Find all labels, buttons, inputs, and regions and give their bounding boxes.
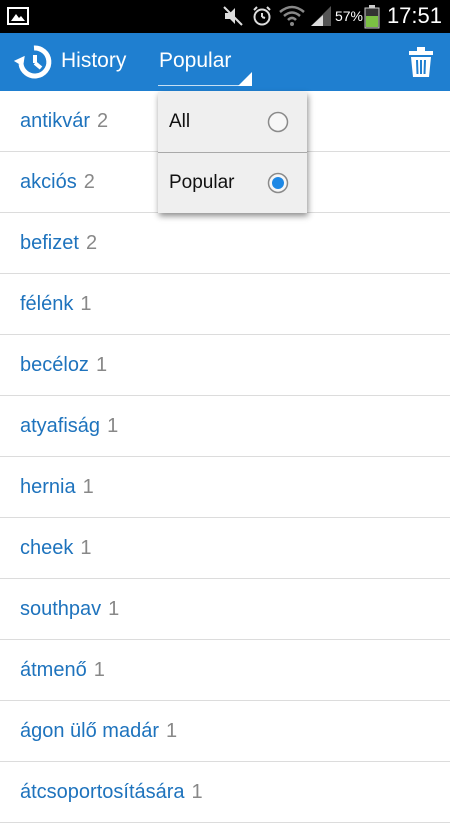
history-word: atyafiság 1 [20, 415, 119, 437]
lookup-count: 1 [95, 354, 108, 376]
history-word: antikvár 2 [20, 110, 109, 132]
radio-unchecked-icon[interactable] [267, 111, 289, 133]
battery-icon [364, 5, 380, 29]
lookup-count: 1 [108, 598, 120, 620]
history-word: hernia 1 [20, 476, 94, 498]
alarm-icon [253, 6, 271, 26]
filter-spinner[interactable]: Popular [158, 33, 252, 91]
lookup-count: 1 [93, 659, 105, 681]
lookup-count: 2 [83, 171, 95, 193]
history-label: History [61, 49, 127, 72]
action-bar: History Popular [0, 33, 450, 91]
list-item[interactable]: southpav 1 [0, 579, 450, 640]
list-item[interactable]: ágon ülő madár 1 [0, 701, 450, 762]
filter-option-label: Popular [169, 172, 235, 193]
lookup-count: 1 [82, 476, 94, 498]
list-item[interactable]: befizet 2 [0, 213, 450, 274]
list-item[interactable]: hernia 1 [0, 457, 450, 518]
status-bar: 57% 17:51 [0, 0, 450, 33]
mute-icon [223, 6, 243, 26]
history-icon [14, 45, 52, 79]
lookup-count: 2 [85, 232, 98, 254]
list-item[interactable]: becéloz 1 [0, 335, 450, 396]
lookup-count: 1 [80, 537, 92, 559]
filter-option-label: All [169, 111, 191, 132]
list-item[interactable]: atyafiság 1 [0, 396, 450, 457]
list-item[interactable]: félénk 1 [0, 274, 450, 335]
clock: 17:51 [386, 3, 442, 28]
filter-option-all[interactable]: All [158, 92, 307, 153]
list-item[interactable]: átcsoportosítására 1 [0, 762, 450, 823]
history-word: átcsoportosítására 1 [20, 781, 203, 803]
filter-dropdown-menu: All Popular [158, 92, 307, 213]
history-word: becéloz 1 [20, 354, 108, 376]
battery-percent: 57% [334, 8, 363, 24]
lookup-count: 1 [80, 293, 92, 315]
list-item[interactable]: cheek 1 [0, 518, 450, 579]
history-button[interactable]: History [12, 33, 137, 91]
radio-checked-icon[interactable] [267, 172, 289, 194]
filter-selected-value: Popular [159, 49, 232, 72]
history-word: félénk 1 [20, 293, 92, 315]
image-notification-icon [7, 7, 29, 25]
history-word: southpav 1 [20, 598, 120, 620]
lookup-count: 2 [97, 110, 109, 132]
spinner-corner-icon [238, 72, 252, 86]
list-item[interactable]: átmenő 1 [0, 640, 450, 701]
lookup-count: 1 [165, 720, 178, 742]
history-word: befizet 2 [20, 232, 98, 254]
trash-icon[interactable] [408, 46, 434, 78]
history-word: akciós 2 [20, 171, 95, 193]
lookup-count: 1 [107, 415, 119, 437]
history-word: ágon ülő madár 1 [20, 720, 178, 742]
wifi-icon [279, 5, 305, 26]
signal-icon [311, 6, 331, 26]
filter-option-popular[interactable]: Popular [158, 153, 307, 213]
history-word: cheek 1 [20, 537, 92, 559]
history-word: átmenő 1 [20, 659, 105, 681]
